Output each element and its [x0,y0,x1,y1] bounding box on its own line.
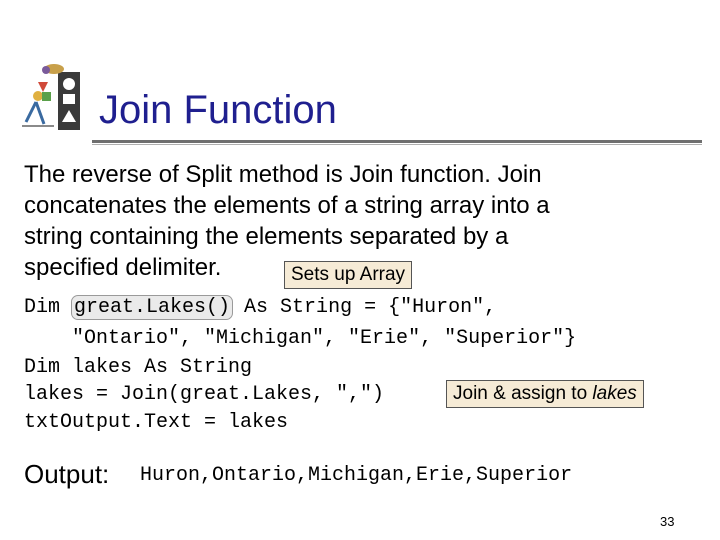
code-highlight-great-lakes: great.Lakes() [71,295,234,320]
callout-join-assign: Join & assign to lakes [446,380,644,408]
body-line: The reverse of Split method is Join func… [24,161,542,188]
code-text: As String = {"Huron", [232,296,497,319]
page-number: 33 [660,514,675,529]
code-line-5: txtOutput.Text = lakes [24,411,289,434]
output-label: Output: [24,459,110,489]
output-value: Huron,Ontario,Michigan,Erie,Superior [140,464,573,487]
code-line-2: "Ontario", "Michigan", "Erie", "Superior… [24,327,577,350]
slide-title: Join Function [99,88,337,132]
body-line: concatenates the elements of a string ar… [24,192,550,219]
code-text: Dim [24,296,73,319]
shapes-figure-icon [22,64,80,130]
code-line-1: Dim great.Lakes() As String = {"Huron", [24,294,714,322]
title-divider-thin [92,144,702,145]
callout-emphasis: lakes [592,383,637,404]
callout-sets-up-array: Sets up Array [284,261,413,289]
code-line-3: Dim lakes As String [24,356,253,379]
title-divider [92,140,702,143]
callout-text: Join & assign to [453,383,593,404]
body-line: string containing the elements separated… [24,223,509,250]
